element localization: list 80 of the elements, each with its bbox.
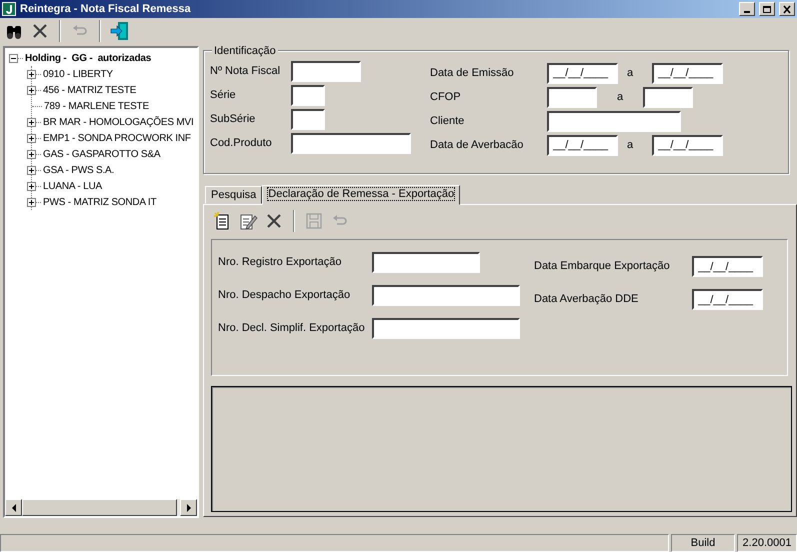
tab[interactable]: Declaração de Remessa - Exportação bbox=[262, 185, 460, 205]
app-icon bbox=[2, 2, 16, 16]
field-label: Data Embarque Exportação bbox=[534, 259, 671, 274]
input-field[interactable] bbox=[291, 84, 325, 106]
expand-button[interactable] bbox=[27, 198, 36, 206]
collapse-button[interactable] bbox=[9, 54, 18, 62]
plus-icon bbox=[29, 88, 34, 92]
tree-item[interactable]: EMP1 - SONDA PROCWORK INF bbox=[43, 130, 191, 146]
close-icon bbox=[782, 4, 792, 14]
tree-item[interactable]: 789 - MARLENE TESTE bbox=[44, 98, 149, 114]
tree-item[interactable]: 456 - MATRIZ TESTE bbox=[43, 82, 136, 98]
door-icon bbox=[110, 21, 130, 41]
expand-button[interactable] bbox=[27, 182, 36, 190]
field-label: SubSérie bbox=[210, 112, 256, 127]
scroll-left-button[interactable] bbox=[5, 499, 22, 516]
field-label: Data de Averbacão bbox=[430, 138, 524, 153]
scrollbar-thumb[interactable] bbox=[22, 499, 177, 516]
expand-button[interactable] bbox=[27, 86, 36, 94]
tab[interactable]: Pesquisa bbox=[205, 186, 262, 204]
range-separator: a bbox=[617, 90, 624, 105]
plus-icon bbox=[29, 184, 34, 188]
input-field[interactable] bbox=[372, 318, 520, 339]
field-label: Cod.Produto bbox=[210, 136, 273, 151]
field-label: Data de Emissão bbox=[430, 66, 515, 81]
tree-item[interactable]: 0910 - LIBERTY bbox=[43, 66, 113, 82]
date-field[interactable]: __/__/____ bbox=[652, 62, 724, 84]
left-arrow-icon bbox=[10, 504, 16, 512]
tree-item[interactable]: GSA - PWS S.A. bbox=[43, 162, 114, 178]
expand-button[interactable] bbox=[27, 150, 36, 158]
save-icon bbox=[304, 211, 324, 231]
minimize-icon bbox=[744, 11, 750, 13]
input-field[interactable] bbox=[372, 285, 520, 306]
input-field[interactable] bbox=[547, 110, 681, 132]
plus-icon bbox=[29, 152, 34, 156]
plus-icon bbox=[29, 200, 34, 204]
plus-icon bbox=[29, 120, 34, 124]
status-label: Build bbox=[671, 534, 735, 552]
minimize-button[interactable] bbox=[739, 2, 755, 16]
expand-button[interactable] bbox=[27, 118, 36, 126]
tree-item[interactable]: PWS - MATRIZ SONDA IT bbox=[43, 194, 156, 210]
date-field[interactable]: __/__/____ bbox=[692, 289, 763, 310]
date-field[interactable]: __/__/____ bbox=[547, 62, 618, 84]
field-label: Data Averbação DDE bbox=[534, 292, 640, 308]
range-separator: a bbox=[627, 138, 634, 153]
field-label: CFOP bbox=[430, 90, 462, 105]
window-title: Reintegra - Nota Fiscal Remessa bbox=[20, 2, 191, 17]
version-label: 2.20.0001 bbox=[737, 534, 797, 552]
range-separator: a bbox=[627, 66, 634, 81]
plus-icon bbox=[29, 168, 34, 172]
input-field[interactable] bbox=[547, 86, 597, 108]
tree-item[interactable]: GAS - GASPAROTTO S&A bbox=[43, 146, 160, 162]
plus-icon bbox=[29, 72, 34, 76]
field-label: Série bbox=[210, 88, 237, 103]
input-field[interactable] bbox=[291, 108, 325, 130]
field-label: Nro. Decl. Simplif. Exportação bbox=[218, 321, 366, 336]
tree-item[interactable]: LUANA - LUA bbox=[43, 178, 102, 194]
maximize-icon bbox=[762, 4, 772, 14]
expand-button[interactable] bbox=[27, 70, 36, 78]
expand-button[interactable] bbox=[27, 134, 36, 142]
field-label: Cliente bbox=[430, 114, 466, 129]
date-field[interactable]: __/__/____ bbox=[652, 134, 724, 156]
field-label: Nro. Registro Exportação bbox=[218, 255, 342, 270]
field-label: Nro. Despacho Exportação bbox=[218, 288, 352, 304]
field-label: Nº Nota Fiscal bbox=[210, 64, 282, 79]
tree-item[interactable]: BR MAR - HOMOLOGAÇÕES MVI bbox=[43, 114, 194, 130]
input-field[interactable] bbox=[372, 252, 480, 273]
input-field[interactable] bbox=[291, 60, 361, 82]
plus-icon bbox=[29, 136, 34, 140]
input-field[interactable] bbox=[643, 86, 694, 108]
group-title: Identificação bbox=[212, 43, 278, 60]
date-field[interactable]: __/__/____ bbox=[692, 256, 763, 277]
scroll-right-button[interactable] bbox=[180, 499, 197, 516]
minus-icon bbox=[11, 56, 16, 60]
maximize-button[interactable] bbox=[759, 2, 775, 16]
tree-item[interactable]: Holding - GG - autorizadas bbox=[25, 50, 152, 66]
right-arrow-icon bbox=[186, 504, 192, 512]
date-field[interactable]: __/__/____ bbox=[547, 134, 618, 156]
expand-button[interactable] bbox=[27, 166, 36, 174]
close-button[interactable] bbox=[779, 2, 795, 16]
input-field[interactable] bbox=[291, 132, 411, 154]
